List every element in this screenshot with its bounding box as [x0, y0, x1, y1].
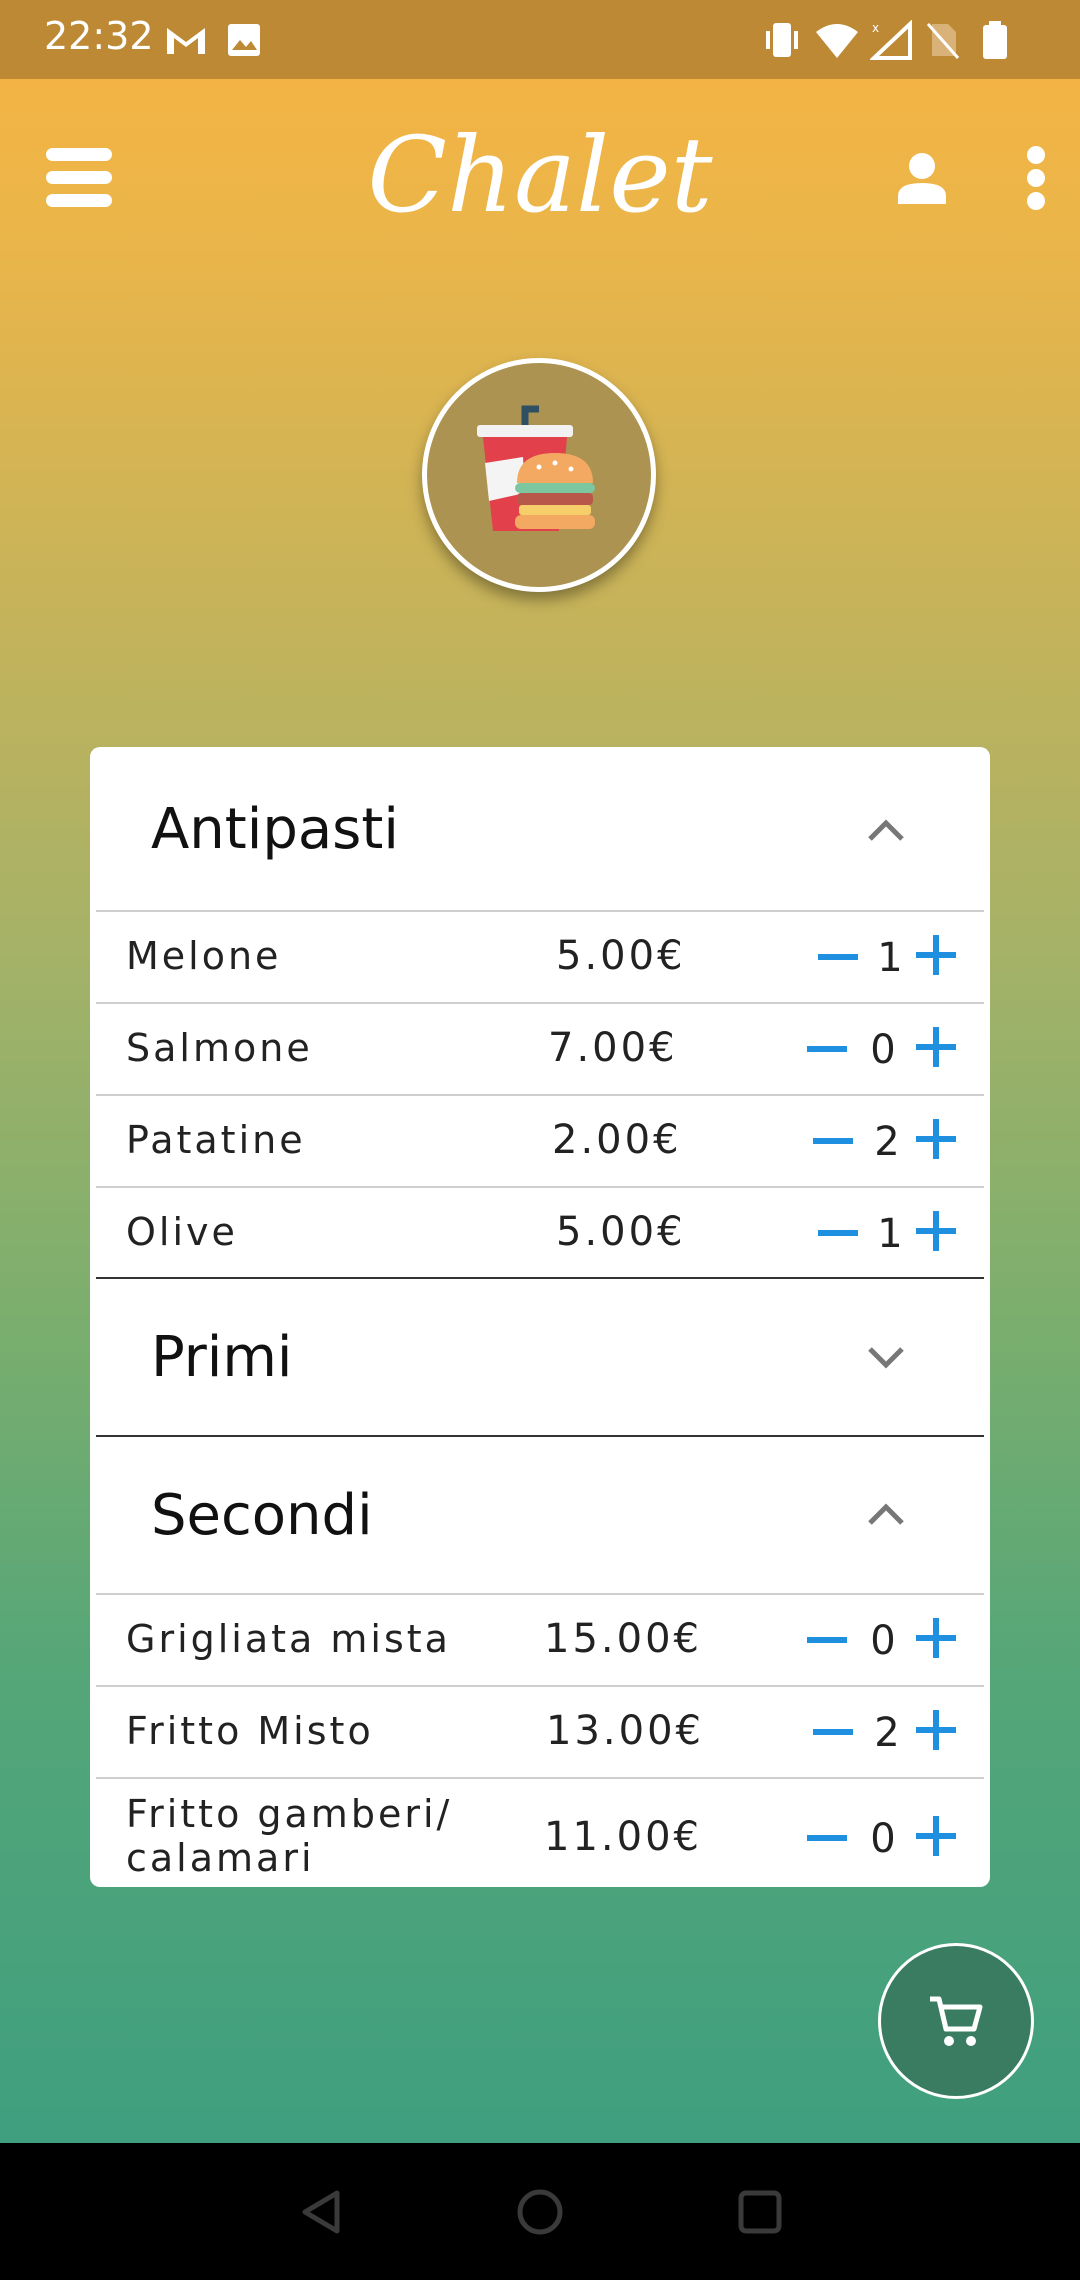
- menu-item-row: Fritto gamberi/ calamari 11.00€ 0: [96, 1778, 984, 1887]
- cart-button[interactable]: [878, 1943, 1034, 2099]
- chevron-down-icon[interactable]: [864, 1341, 908, 1371]
- item-name: Fritto gamberi/ calamari: [126, 1792, 453, 1880]
- system-nav-bar: [0, 2143, 1080, 2280]
- section-header-primi[interactable]: Primi: [96, 1279, 984, 1435]
- item-quantity: 0: [870, 1027, 896, 1073]
- item-price: 2.00€: [552, 1117, 682, 1163]
- menu-item-row: Melone 5.00€ 1: [96, 911, 984, 1004]
- battery-icon: [983, 21, 1007, 59]
- decrease-button[interactable]: [818, 954, 858, 960]
- section-title: Primi: [151, 1325, 293, 1390]
- item-quantity: 2: [874, 1710, 900, 1756]
- status-time: 22:32: [44, 14, 154, 58]
- gmail-icon: [167, 28, 205, 54]
- restaurant-avatar: [422, 358, 656, 592]
- decrease-button[interactable]: [813, 1729, 853, 1735]
- decrease-button[interactable]: [807, 1046, 847, 1052]
- increase-button[interactable]: [916, 1119, 956, 1159]
- recents-icon[interactable]: [735, 2187, 785, 2237]
- section-header-antipasti[interactable]: Antipasti: [96, 747, 984, 912]
- item-name: Melone: [126, 934, 282, 978]
- fast-food-icon: [477, 405, 595, 531]
- item-quantity: 0: [870, 1618, 896, 1664]
- vibrate-icon: [766, 23, 798, 57]
- app-title: Chalet: [367, 114, 713, 236]
- user-icon[interactable]: [896, 150, 948, 204]
- item-quantity: 1: [877, 935, 903, 981]
- back-icon[interactable]: [297, 2187, 347, 2237]
- shopping-cart-icon: [930, 1996, 983, 2046]
- menu-item-row: Grigliata mista 15.00€ 0: [96, 1594, 984, 1687]
- item-price: 5.00€: [556, 1209, 686, 1255]
- chevron-up-icon[interactable]: [864, 1499, 908, 1529]
- menu-item-row: Fritto Misto 13.00€ 2: [96, 1686, 984, 1779]
- hamburger-menu-button[interactable]: [46, 148, 112, 208]
- decrease-button[interactable]: [813, 1138, 853, 1144]
- increase-button[interactable]: [916, 1027, 956, 1067]
- item-name: Fritto Misto: [126, 1709, 374, 1753]
- menu-card: Antipasti Melone 5.00€ 1 Salmone 7.00€ 0…: [90, 747, 990, 1887]
- item-price: 11.00€: [544, 1814, 702, 1860]
- more-options-icon[interactable]: [1024, 146, 1048, 210]
- item-name: Salmone: [126, 1026, 313, 1070]
- increase-button[interactable]: [916, 1816, 956, 1856]
- menu-item-row: Patatine 2.00€ 2: [96, 1095, 984, 1188]
- app-screen: 22:32 x Chalet Antipasti Melone 5.00€ 1 …: [0, 0, 1080, 2143]
- home-icon[interactable]: [515, 2187, 565, 2237]
- item-price: 7.00€: [548, 1025, 678, 1071]
- wifi-icon: [816, 24, 858, 58]
- signal-icon: x: [870, 20, 912, 60]
- item-price: 15.00€: [544, 1616, 702, 1662]
- section-header-secondi[interactable]: Secondi: [96, 1437, 984, 1595]
- decrease-button[interactable]: [807, 1637, 847, 1643]
- section-title: Secondi: [151, 1483, 373, 1548]
- increase-button[interactable]: [916, 935, 956, 975]
- item-quantity: 1: [877, 1211, 903, 1257]
- increase-button[interactable]: [916, 1710, 956, 1750]
- item-quantity: 0: [870, 1816, 896, 1862]
- item-quantity: 2: [874, 1119, 900, 1165]
- no-sim-icon: [926, 23, 960, 59]
- svg-text:x: x: [872, 21, 879, 35]
- menu-item-row: Olive 5.00€ 1: [96, 1187, 984, 1278]
- item-name: Grigliata mista: [126, 1617, 451, 1661]
- image-icon: [228, 24, 260, 56]
- decrease-button[interactable]: [807, 1835, 847, 1841]
- menu-item-row: Salmone 7.00€ 0: [96, 1003, 984, 1096]
- item-price: 5.00€: [556, 933, 686, 979]
- increase-button[interactable]: [916, 1211, 956, 1251]
- item-price: 13.00€: [546, 1708, 704, 1754]
- section-title: Antipasti: [151, 797, 399, 862]
- chevron-up-icon[interactable]: [864, 815, 908, 845]
- increase-button[interactable]: [916, 1618, 956, 1658]
- decrease-button[interactable]: [818, 1230, 858, 1236]
- item-name: Olive: [126, 1210, 238, 1254]
- item-name: Patatine: [126, 1118, 306, 1162]
- status-bar: 22:32 x: [0, 0, 1080, 79]
